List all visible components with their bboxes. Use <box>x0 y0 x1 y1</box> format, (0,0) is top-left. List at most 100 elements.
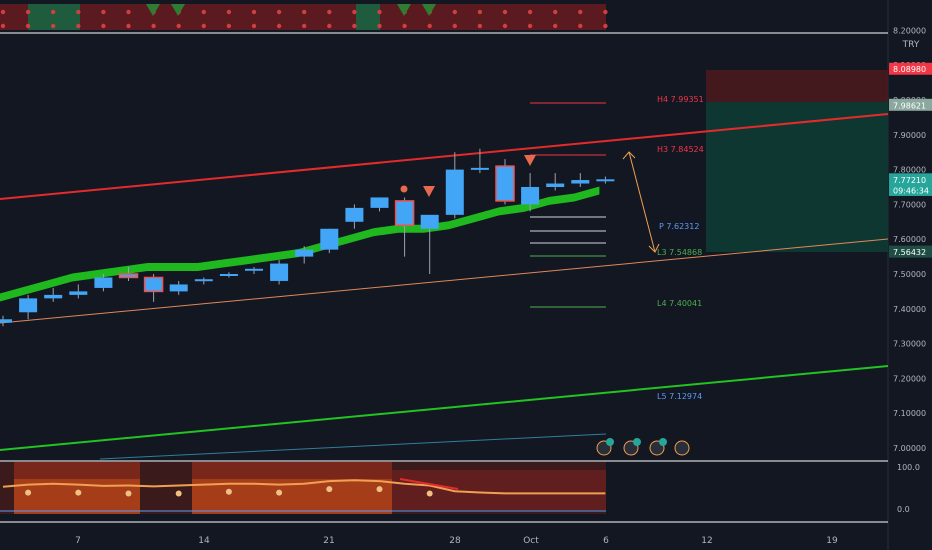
strip-dot <box>327 23 332 29</box>
strip-dot <box>527 9 533 15</box>
pivot-label-h3: H3 7.84524 <box>657 145 704 154</box>
strip-dot <box>402 23 407 29</box>
price-badge-stop: 8.08980 <box>889 62 932 75</box>
price-tick-label: 7.60000 <box>893 235 926 244</box>
strip-dot <box>25 9 31 15</box>
strip-dot <box>603 9 608 15</box>
strip-dot <box>101 23 106 29</box>
strip-dot <box>51 23 56 29</box>
pivot-label-l4: L4 7.40041 <box>657 299 702 308</box>
candle-body <box>194 279 213 282</box>
event-badge-icon <box>633 438 641 446</box>
strip-dot <box>126 9 131 15</box>
strip-dot <box>578 23 583 29</box>
price-tick-label: 7.20000 <box>893 374 926 383</box>
strip-dot <box>377 9 382 15</box>
strip-dot <box>126 23 131 29</box>
candle-body <box>143 276 164 293</box>
currency-label: TRY <box>902 40 920 50</box>
price-badge-target: 7.98621 <box>889 98 932 111</box>
price-tick-label: 7.30000 <box>893 340 926 349</box>
price-badge-countdown: 09:46:34 <box>889 183 932 196</box>
strip-dot <box>553 9 558 15</box>
strip-dot <box>477 9 483 15</box>
oscillator-pane <box>0 462 606 514</box>
pivot-label-p: P 7.62312 <box>659 222 699 231</box>
strip-dot <box>151 23 156 29</box>
strip-dot <box>352 9 357 15</box>
candle-body <box>320 228 339 250</box>
strip-dot <box>76 23 81 29</box>
trading-chart[interactable]: H4 7.99351 H3 7.84524 P 7.62312 L3 7.548… <box>0 0 932 550</box>
candle-body <box>219 274 238 276</box>
price-badge-last: 7.77210 <box>889 173 932 186</box>
candle-body <box>596 179 615 182</box>
strip-dot <box>101 9 106 15</box>
candle-body <box>118 273 139 279</box>
osc-tick-100: 100.0 <box>897 463 920 472</box>
price-tick-label: 7.50000 <box>893 270 926 279</box>
strip-dot <box>452 23 457 29</box>
time-label: 19 <box>826 536 838 546</box>
candle-body <box>445 169 464 215</box>
price-badge-text: 09:46:34 <box>893 186 929 195</box>
strip-dot <box>0 23 6 29</box>
osc-tick-0: 0.0 <box>897 505 910 514</box>
strip-dot <box>527 23 533 29</box>
candle-body <box>245 268 263 271</box>
oscillator-dot <box>426 490 433 497</box>
price-tick-label: 7.40000 <box>893 305 926 314</box>
candle-body <box>394 200 415 227</box>
candle-body <box>169 284 188 292</box>
price-badge-text: 7.98621 <box>893 101 926 110</box>
candle-body <box>19 298 38 313</box>
price-tick-label: 8.20000 <box>893 26 926 35</box>
oscillator-dot <box>376 486 383 493</box>
strip-dot <box>251 23 257 29</box>
strip-dot <box>427 23 432 29</box>
position-tool[interactable] <box>706 70 888 252</box>
candle <box>495 159 515 205</box>
pivot-label-l3: L3 7.54868 <box>657 248 702 257</box>
candle-body <box>571 180 590 184</box>
price-badge-text: 7.77210 <box>893 176 926 185</box>
candle-body <box>44 294 63 299</box>
signal-dot <box>400 185 408 193</box>
oscillator-dot <box>75 489 82 496</box>
oscillator-dot <box>25 489 32 496</box>
candle-body <box>420 214 439 229</box>
price-badge-text: 7.56432 <box>893 248 926 257</box>
strip-dot <box>302 23 307 29</box>
strip-dot <box>25 23 31 29</box>
candle-body <box>495 165 515 202</box>
stop-zone <box>706 70 888 102</box>
candle <box>270 260 289 285</box>
strip-dot <box>327 9 332 15</box>
oscillator-dot <box>276 489 283 496</box>
strip-dot <box>226 9 232 15</box>
candle-body <box>546 183 565 187</box>
candle-body <box>295 249 314 257</box>
event-badge-icon <box>606 438 614 446</box>
strip-dot <box>276 23 282 29</box>
time-label: 28 <box>449 536 461 546</box>
candle-body <box>94 277 113 288</box>
pivot-label-h4: H4 7.99351 <box>657 95 704 104</box>
candle-body <box>69 291 88 295</box>
strip-dot <box>302 9 307 15</box>
candle-body <box>370 197 389 208</box>
strip-dot <box>226 23 232 29</box>
strip-dot <box>452 9 457 15</box>
time-label: 21 <box>323 536 334 546</box>
signal-strip <box>0 4 608 30</box>
price-tick-label: 7.00000 <box>893 444 926 453</box>
strip-dot <box>502 23 508 29</box>
strip-dot <box>201 9 206 15</box>
candle-body <box>521 187 540 205</box>
time-label: 6 <box>603 536 609 546</box>
time-label: Oct <box>523 536 539 546</box>
time-label: 12 <box>701 536 712 546</box>
strip-dot <box>603 23 608 29</box>
price-badge-text: 8.08980 <box>893 65 926 74</box>
price-tick-label: 7.10000 <box>893 409 926 418</box>
